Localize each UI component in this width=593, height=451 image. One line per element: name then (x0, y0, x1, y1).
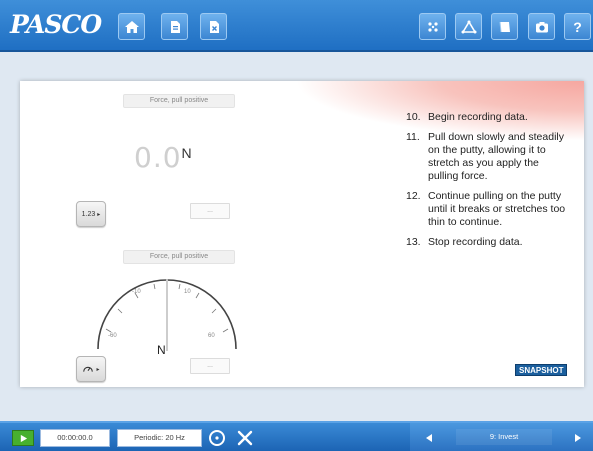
digits-measurement-selector[interactable]: Force, pull positive (123, 94, 235, 108)
step-text: Continue pulling on the putty until it b… (428, 190, 566, 228)
help-button[interactable]: ? (564, 13, 591, 40)
step-number: 13. (406, 236, 421, 248)
record-button[interactable] (12, 430, 34, 446)
step-text: Pull down slowly and steadily on the put… (428, 131, 564, 182)
current-page-label[interactable]: 9: Invest (456, 429, 552, 445)
snapshot-button[interactable]: SNAPSHOT (515, 364, 568, 376)
instructions-panel: 10. Begin recording data. 11. Pull down sl… (406, 111, 571, 256)
tools-button[interactable] (236, 429, 254, 447)
meter-tick-label: 10 (184, 289, 191, 295)
digits-readout: 0.0N (134, 141, 214, 175)
instruction-step: 12. Continue pulling on the putty until i… (406, 190, 571, 229)
meter-tick-label: -10 (132, 289, 141, 295)
tools-icon (237, 430, 253, 446)
pasco-logo: PASCO (10, 10, 102, 39)
step-number: 10. (406, 111, 421, 123)
meter-unit: N (157, 343, 166, 357)
bottom-controls-bar: 00:00:00.0 Periodic: 20 Hz 9: Invest (0, 421, 593, 451)
document-button[interactable] (161, 13, 188, 40)
play-icon (20, 434, 27, 442)
target-icon (215, 436, 219, 440)
home-button[interactable] (118, 13, 145, 40)
page-navigator: 9: Invest (410, 423, 593, 451)
next-page-button[interactable] (573, 430, 587, 444)
digits-unit: N (181, 145, 192, 161)
meter-tick-label: -60 (108, 333, 117, 339)
elapsed-time-display: 00:00:00.0 (40, 429, 110, 447)
camera-icon (535, 21, 548, 32)
analog-meter (97, 279, 237, 351)
top-toolbar: PASCO ? (0, 0, 593, 52)
meter-options-box[interactable]: ... (190, 358, 230, 374)
journal-button[interactable] (491, 13, 518, 40)
previous-page-button[interactable] (424, 430, 438, 444)
sensors-button[interactable] (419, 13, 446, 40)
arrow-right-icon (575, 434, 581, 442)
step-text: Stop recording data. (428, 236, 523, 248)
instruction-step: 11. Pull down slowly and steadily on the … (406, 131, 571, 183)
gauge-icon (83, 366, 94, 372)
meter-mode-button[interactable]: ▸ (76, 356, 106, 382)
analysis-button[interactable] (455, 13, 482, 40)
digits-value: 0.0 (134, 141, 182, 174)
instruction-step: 13. Stop recording data. (406, 236, 571, 249)
close-document-button[interactable] (200, 13, 227, 40)
camera-button[interactable] (528, 13, 555, 40)
chevron-right-icon: ▸ (96, 366, 100, 373)
step-number: 12. (406, 190, 421, 202)
sampling-rate-selector[interactable]: Periodic: 20 Hz (117, 429, 202, 447)
sampling-options-button[interactable] (209, 430, 225, 446)
workspace-page: Force, pull positive 0.0N 1.23 ▸ ... For… (20, 81, 584, 387)
chevron-right-icon: ▸ (97, 211, 101, 218)
sensors-icon (427, 21, 438, 32)
instruction-step: 10. Begin recording data. (406, 111, 571, 124)
close-doc-icon (209, 20, 219, 33)
meter-tick-label: 60 (208, 333, 215, 339)
step-text: Begin recording data. (428, 111, 528, 123)
digits-options-box[interactable]: ... (190, 203, 230, 219)
step-number: 11. (406, 131, 420, 143)
digits-mode-label: 1.23 (81, 210, 96, 218)
help-icon: ? (573, 18, 582, 35)
arrow-left-icon (426, 434, 432, 442)
document-icon (170, 20, 180, 33)
analysis-icon (461, 19, 476, 33)
meter-measurement-selector[interactable]: Force, pull positive (123, 250, 235, 264)
home-icon (124, 20, 139, 33)
digits-mode-button[interactable]: 1.23 ▸ (76, 201, 106, 227)
journal-icon (499, 21, 510, 32)
